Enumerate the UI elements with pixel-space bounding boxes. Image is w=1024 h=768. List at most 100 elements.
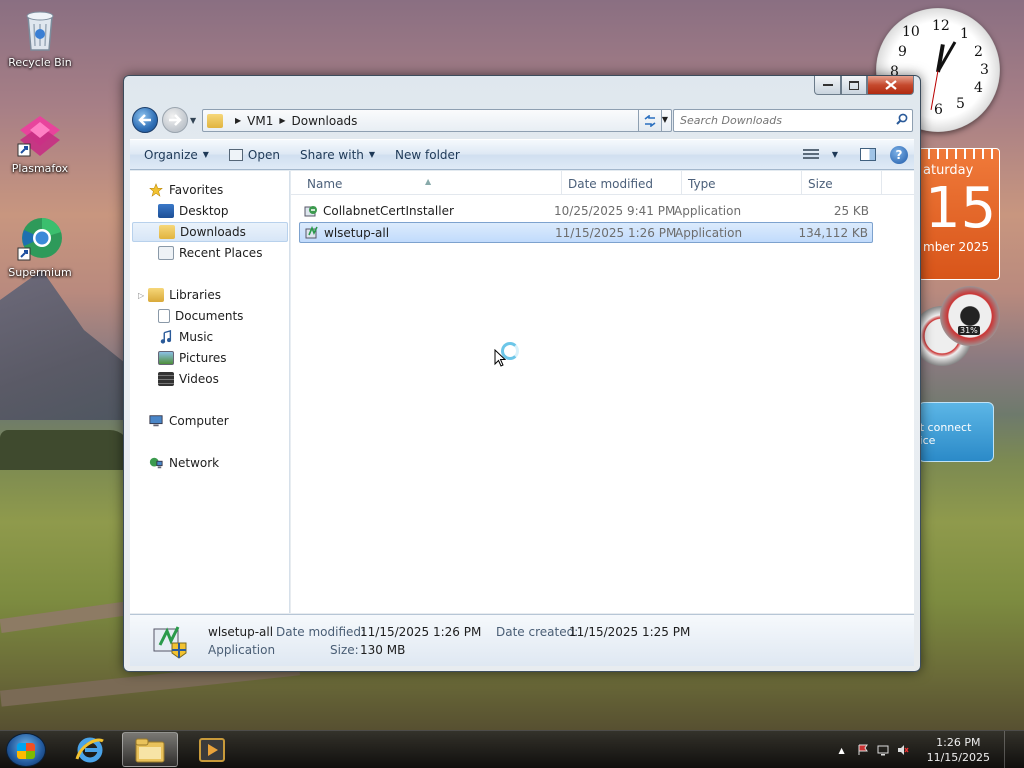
column-header-type[interactable]: Type	[688, 177, 716, 191]
minimize-icon	[822, 84, 833, 86]
action-center-flag-icon[interactable]	[857, 744, 869, 756]
forward-button[interactable]	[162, 107, 188, 133]
desktop-icon	[158, 204, 174, 218]
desktop-icon-recycle-bin[interactable]: Recycle Bin	[0, 6, 80, 69]
toolbar-right-group: ▼ ?	[802, 145, 914, 164]
column-divider[interactable]	[681, 171, 682, 195]
libraries-icon	[148, 288, 165, 302]
recent-pages-dropdown[interactable]: ▼	[190, 116, 196, 125]
taskbar-windows-explorer[interactable]	[122, 732, 178, 767]
change-view-icon[interactable]	[802, 148, 819, 161]
taskbar-internet-explorer[interactable]	[62, 732, 118, 767]
star-icon	[149, 183, 163, 197]
desktop-icon-plasmafox[interactable]: Plasmafox	[0, 112, 80, 175]
nav-item-videos[interactable]: Videos	[158, 369, 219, 389]
nav-item-music[interactable]: Music	[158, 327, 213, 347]
file-list[interactable]: ▲ Name Date modified Type Size Collabnet…	[291, 171, 914, 613]
chevron-right-icon[interactable]: ▶	[235, 116, 241, 125]
mouse-pointer-icon	[494, 349, 506, 367]
nav-item-desktop[interactable]: Desktop	[158, 201, 229, 221]
command-bar: Organize ▼ Open Share with ▼ New folder …	[130, 139, 914, 170]
file-row[interactable]: CollabnetCertInstaller 10/25/2025 9:41 P…	[299, 201, 873, 222]
new-folder-button[interactable]: New folder	[385, 140, 470, 169]
desktop-icon-supermium[interactable]: Supermium	[0, 216, 80, 279]
maximize-icon	[849, 80, 859, 90]
close-button[interactable]	[867, 76, 914, 95]
start-button[interactable]	[6, 733, 46, 767]
nav-item-favorites[interactable]: Favorites	[148, 180, 223, 200]
breadcrumb-item[interactable]: Downloads	[292, 114, 358, 128]
nav-item-network[interactable]: Network	[148, 453, 219, 473]
back-arrow-icon	[138, 114, 151, 126]
show-hidden-icons-button[interactable]: ▲	[838, 746, 844, 755]
internet-explorer-icon	[75, 737, 104, 762]
chevron-right-icon[interactable]: ▶	[279, 116, 285, 125]
clock-number: 9	[898, 44, 907, 60]
taskbar-media-player[interactable]	[184, 732, 240, 767]
search-icon[interactable]	[896, 113, 908, 128]
search-box[interactable]	[673, 109, 913, 132]
nav-item-downloads[interactable]: Downloads	[132, 222, 288, 242]
nav-item-label: Libraries	[169, 288, 221, 302]
nav-item-libraries[interactable]: ▷ Libraries	[138, 285, 221, 305]
taskbar-clock[interactable]: 1:26 PM 11/15/2025	[927, 735, 990, 765]
details-date-modified: 11/15/2025 1:26 PM	[360, 625, 482, 639]
details-size: 130 MB	[360, 643, 406, 657]
column-header-size[interactable]: Size	[808, 177, 833, 191]
preview-pane-icon[interactable]	[860, 148, 876, 161]
view-options-dropdown[interactable]: ▼	[823, 150, 842, 159]
file-row-selected[interactable]: wlsetup-all 11/15/2025 1:26 PM Applicati…	[299, 222, 873, 243]
clock-number: 12	[932, 18, 950, 34]
weather-gadget[interactable]: ot connect vice	[918, 402, 994, 462]
column-header-date-modified[interactable]: Date modified	[568, 177, 653, 191]
nav-item-computer[interactable]: Computer	[148, 411, 229, 431]
navigation-pane: Favorites Desktop Downloads Recent Place…	[130, 171, 290, 613]
folder-icon	[207, 113, 223, 128]
desktop-icon-label: Recycle Bin	[8, 56, 72, 69]
breadcrumb-item[interactable]: VM1	[247, 114, 273, 128]
file-type: Application	[674, 204, 742, 218]
volume-muted-icon[interactable]	[897, 744, 909, 756]
calendar-gadget[interactable]: aturday 15 mber 2025	[918, 148, 1000, 280]
organize-button[interactable]: Organize ▼	[130, 140, 219, 169]
nav-item-label: Documents	[175, 309, 244, 323]
nav-item-label: Videos	[179, 372, 219, 386]
nav-item-documents[interactable]: Documents	[158, 306, 243, 326]
show-desktop-button[interactable]	[1004, 731, 1018, 768]
file-size: 25 KB	[833, 204, 869, 218]
nav-item-recent-places[interactable]: Recent Places	[158, 243, 262, 263]
documents-icon	[158, 309, 170, 323]
address-bar[interactable]: ▶ VM1 ▶ Downloads ▼	[202, 109, 672, 132]
refresh-button[interactable]	[638, 109, 662, 132]
search-input[interactable]	[674, 110, 884, 131]
recycle-bin-icon	[16, 6, 64, 54]
weather-line: vice	[919, 434, 936, 447]
share-with-button[interactable]: Share with ▼	[290, 140, 385, 169]
column-divider[interactable]	[801, 171, 802, 195]
navigation-bar: ▼ ▶ VM1 ▶ Downloads ▼	[130, 106, 914, 136]
network-status-icon[interactable]	[877, 744, 889, 756]
nav-item-pictures[interactable]: Pictures	[158, 348, 227, 368]
expand-arrow-icon[interactable]: ▷	[138, 291, 144, 300]
explorer-window[interactable]: ▼ ▶ VM1 ▶ Downloads ▼ Organize ▼ Open	[123, 75, 921, 672]
calendar-rings	[919, 149, 999, 159]
details-file-name: wlsetup-all	[208, 625, 274, 639]
file-date: 10/25/2025 9:41 PM	[554, 204, 676, 218]
cpu-meter-gadget[interactable]: 31%	[912, 286, 1002, 378]
minimize-button[interactable]	[814, 76, 841, 95]
new-folder-label: New folder	[395, 147, 460, 162]
column-divider[interactable]	[561, 171, 562, 195]
back-button[interactable]	[132, 107, 158, 133]
column-headers: ▲ Name Date modified Type Size	[291, 171, 914, 195]
open-icon	[228, 148, 243, 161]
column-header-name[interactable]: Name	[307, 177, 342, 191]
nav-item-label: Network	[169, 456, 220, 470]
open-button[interactable]: Open	[219, 140, 290, 169]
address-dropdown-icon[interactable]: ▼	[662, 115, 668, 124]
column-divider[interactable]	[881, 171, 882, 195]
setup-app-icon	[305, 226, 318, 239]
details-date-created: 11/15/2025 1:25 PM	[569, 625, 691, 639]
desktop-icon-label: Supermium	[8, 266, 72, 279]
help-icon[interactable]: ?	[890, 145, 908, 164]
maximize-button[interactable]	[841, 76, 867, 95]
